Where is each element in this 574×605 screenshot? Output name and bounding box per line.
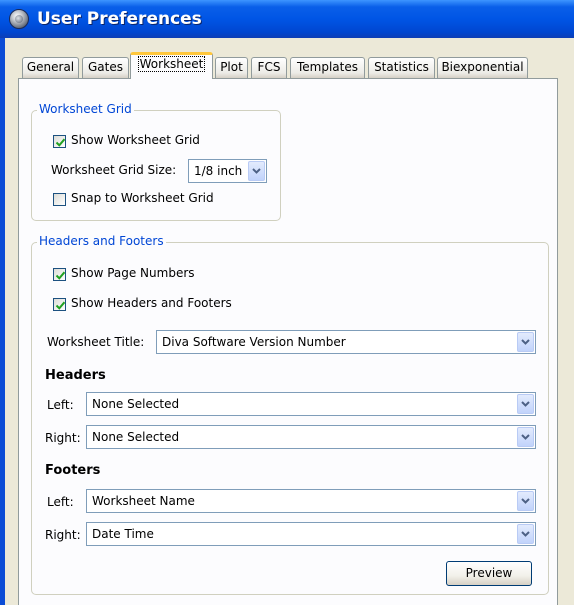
grid-size-select[interactable]: 1/8 inch: [188, 159, 267, 183]
tab-label: Templates: [296, 60, 358, 74]
header-left-select[interactable]: None Selected: [86, 392, 536, 416]
headers-footers-legend: Headers and Footers: [37, 234, 166, 248]
header-right-select[interactable]: None Selected: [86, 425, 536, 449]
tab-statistics[interactable]: Statistics: [368, 57, 435, 78]
chevron-down-icon: [521, 401, 530, 407]
footer-left-select[interactable]: Worksheet Name: [86, 489, 536, 513]
window-frame-left: [0, 38, 5, 605]
dropdown-button[interactable]: [517, 427, 534, 447]
chevron-down-icon: [521, 531, 530, 537]
chevron-down-icon: [521, 498, 530, 504]
dropdown-button[interactable]: [517, 524, 534, 544]
show-worksheet-grid-checkbox[interactable]: [53, 135, 66, 148]
chevron-down-icon: [252, 168, 261, 174]
tab-fcs[interactable]: FCS: [251, 57, 287, 78]
footer-right-select[interactable]: Date Time: [86, 522, 536, 546]
preview-button[interactable]: Preview: [446, 561, 532, 586]
header-right-value: None Selected: [92, 430, 180, 444]
tab-biexponential[interactable]: Biexponential: [437, 57, 528, 78]
show-page-numbers-label[interactable]: Show Page Numbers: [71, 266, 195, 280]
dropdown-button[interactable]: [517, 491, 534, 511]
footer-left-value: Worksheet Name: [92, 494, 195, 508]
tab-templates[interactable]: Templates: [290, 57, 365, 78]
dropdown-button[interactable]: [248, 161, 265, 181]
app-orb-icon[interactable]: [9, 9, 29, 29]
show-headers-footers-label[interactable]: Show Headers and Footers: [71, 296, 232, 310]
footer-right-value: Date Time: [92, 527, 154, 541]
checkmark-icon: [55, 301, 66, 310]
window-frame-right: [568, 38, 574, 605]
tab-gates[interactable]: Gates: [82, 57, 129, 78]
title-bar[interactable]: User Preferences: [0, 0, 574, 38]
headers-heading: Headers: [45, 368, 106, 383]
header-right-label: Right:: [45, 431, 81, 445]
tab-label: Plot: [220, 60, 243, 74]
checkmark-icon: [55, 138, 66, 147]
grid-size-label: Worksheet Grid Size:: [51, 163, 177, 177]
tab-label: General: [26, 60, 75, 74]
footer-right-label: Right:: [45, 528, 81, 542]
tab-worksheet[interactable]: Worksheet: [130, 52, 213, 79]
footer-left-label: Left:: [47, 495, 74, 509]
show-page-numbers-checkbox[interactable]: [53, 268, 66, 281]
worksheet-title-select[interactable]: Diva Software Version Number: [156, 330, 536, 354]
tab-general[interactable]: General: [22, 57, 79, 78]
window-title: User Preferences: [37, 9, 202, 29]
tab-plot[interactable]: Plot: [215, 57, 248, 78]
footers-heading: Footers: [45, 463, 101, 478]
snap-to-grid-label[interactable]: Snap to Worksheet Grid: [71, 191, 214, 205]
tab-label: FCS: [257, 60, 281, 74]
checkmark-icon: [55, 271, 66, 280]
worksheet-title-value: Diva Software Version Number: [162, 335, 346, 349]
snap-to-grid-checkbox[interactable]: [53, 193, 66, 206]
dropdown-button[interactable]: [517, 394, 534, 414]
tab-label: Biexponential: [441, 60, 524, 74]
chevron-down-icon: [521, 434, 530, 440]
show-worksheet-grid-label[interactable]: Show Worksheet Grid: [71, 133, 200, 147]
dropdown-button[interactable]: [517, 332, 534, 352]
chevron-down-icon: [521, 339, 530, 345]
worksheet-grid-legend: Worksheet Grid: [37, 102, 134, 116]
tab-label: Worksheet: [137, 56, 206, 72]
header-left-label: Left:: [47, 398, 74, 412]
show-headers-footers-checkbox[interactable]: [53, 298, 66, 311]
tab-label: Gates: [88, 60, 123, 74]
header-left-value: None Selected: [92, 397, 180, 411]
tab-label: Statistics: [374, 60, 429, 74]
grid-size-value: 1/8 inch: [194, 164, 243, 178]
worksheet-title-label: Worksheet Title:: [47, 335, 145, 349]
